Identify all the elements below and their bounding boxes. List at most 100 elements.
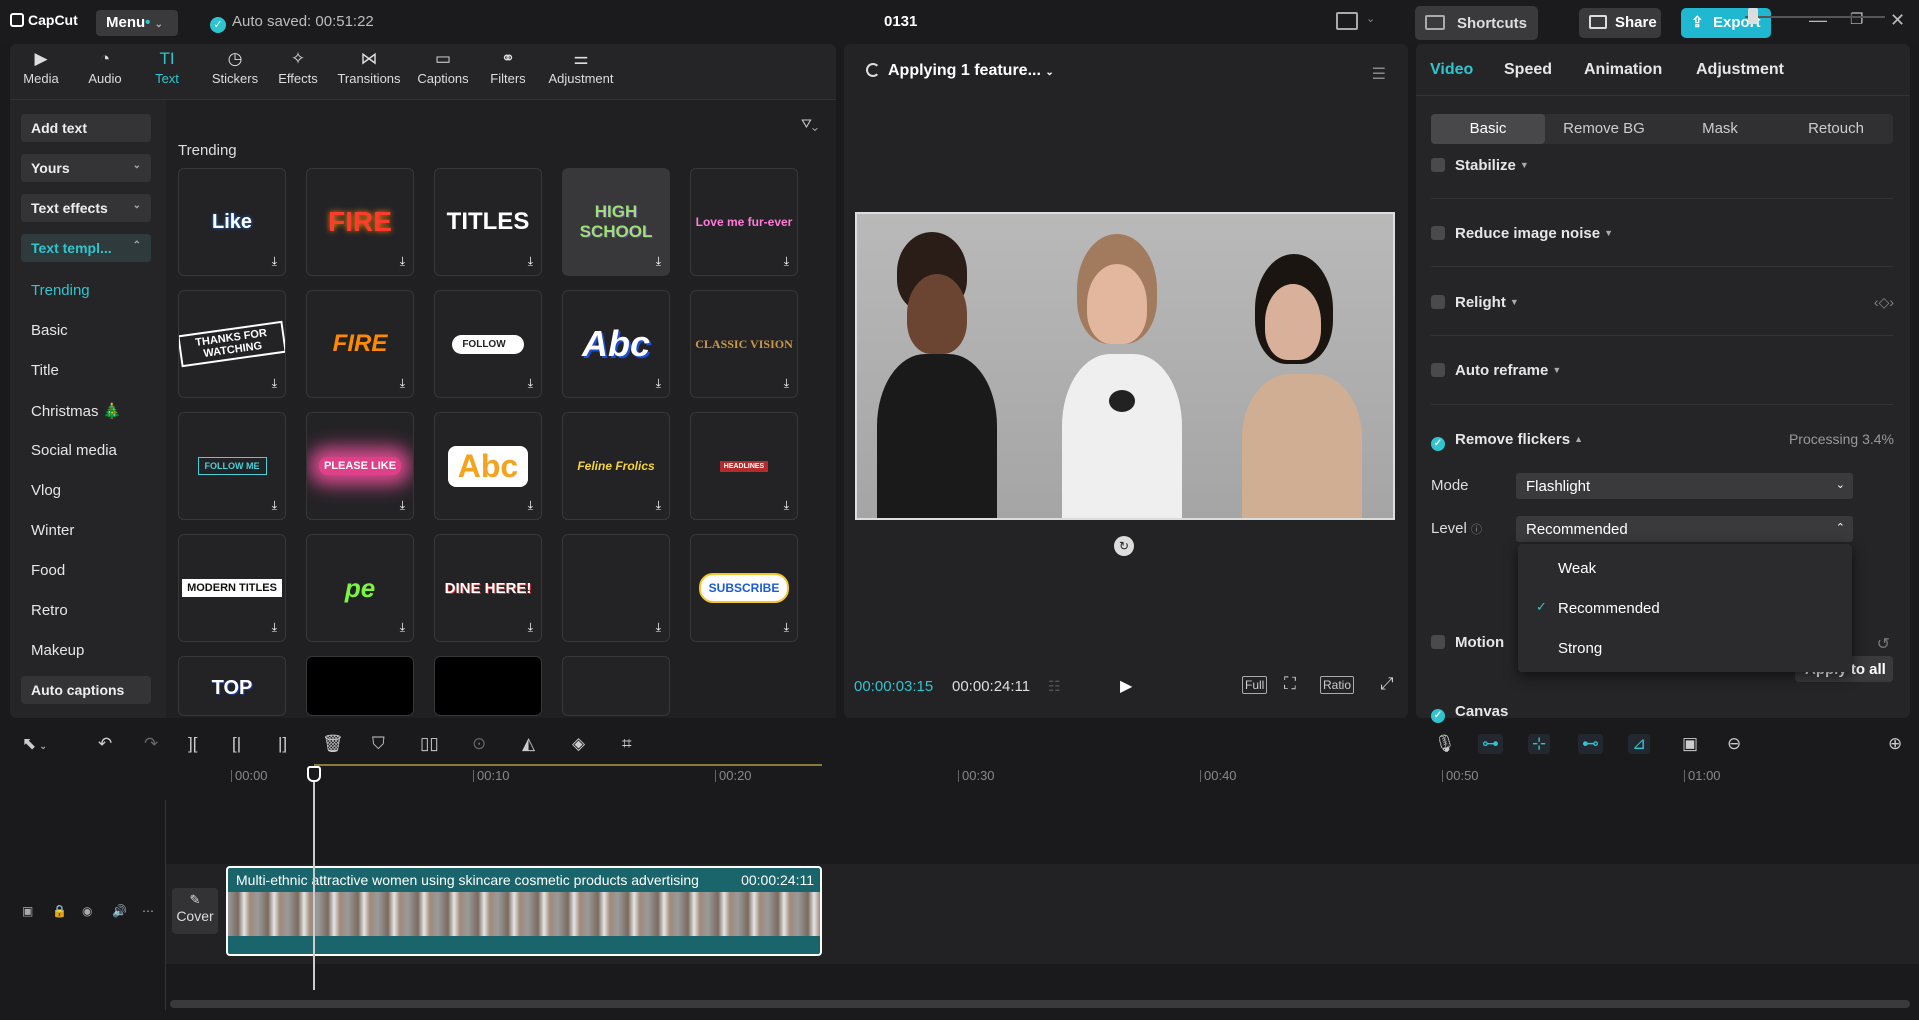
template-tile[interactable]: TITLES ⤓ xyxy=(434,168,542,276)
zoom-slider-handle[interactable] xyxy=(1748,8,1758,24)
template-tile[interactable]: Abc ⤓ xyxy=(562,290,670,398)
filter-icon[interactable]: ⛛⌄ xyxy=(801,116,818,132)
sidebar-item-winter[interactable]: Winter xyxy=(31,522,74,539)
download-icon[interactable]: ⤓ xyxy=(400,254,405,269)
subtab-retouch[interactable]: Retouch xyxy=(1779,114,1893,144)
download-icon[interactable]: ⤓ xyxy=(272,254,277,269)
hamburger-menu-icon[interactable]: ☰ xyxy=(1372,64,1386,84)
keyframe-icon[interactable]: ‹◇› xyxy=(1874,294,1894,311)
menu-button[interactable]: Menu• ⌄ xyxy=(96,10,178,36)
timecode-list-icon[interactable]: ☷ xyxy=(1048,678,1061,695)
subtab-basic[interactable]: Basic xyxy=(1431,114,1545,144)
more-icon[interactable]: ⋯ xyxy=(142,904,154,918)
template-tile[interactable]: PLEASE LIKE ⤓ xyxy=(306,412,414,520)
canvas-checkbox[interactable]: ✓ xyxy=(1431,709,1445,723)
zoom-out-icon[interactable]: ⊖ xyxy=(1727,734,1741,754)
timeline-ruler[interactable]: 00:00 00:10 00:20 00:30 00:40 00:50 01:0… xyxy=(0,764,1919,788)
linkage-icon[interactable]: ⊷ xyxy=(1578,734,1603,754)
tab-adjustment[interactable]: Adjustment xyxy=(1696,61,1784,79)
sidebar-item-makeup[interactable]: Makeup xyxy=(31,642,84,659)
template-tile[interactable]: Love me fur-ever ⤓ xyxy=(690,168,798,276)
shortcuts-button[interactable]: Shortcuts xyxy=(1415,6,1538,40)
add-text-button[interactable]: Add text xyxy=(21,114,151,142)
template-tile[interactable]: pe ⤓ xyxy=(306,534,414,642)
download-icon[interactable]: ⤓ xyxy=(400,620,405,635)
sidebar-item-retro[interactable]: Retro xyxy=(31,602,68,619)
level-option-recommended[interactable]: Recommended xyxy=(1558,600,1660,617)
download-icon[interactable]: ⤓ xyxy=(528,498,533,513)
download-icon[interactable]: ⤓ xyxy=(656,254,661,269)
delete-icon[interactable]: 🗑 xyxy=(322,734,344,754)
playhead-handle[interactable] xyxy=(307,766,321,782)
tab-adjustment[interactable]: ⚌ Adjustment xyxy=(542,50,620,87)
playhead[interactable] xyxy=(313,766,315,990)
relight-checkbox[interactable] xyxy=(1431,295,1445,309)
lock-icon[interactable]: 🔒 xyxy=(52,904,67,918)
download-icon[interactable]: ⤓ xyxy=(784,376,789,391)
download-icon[interactable]: ⤓ xyxy=(400,376,405,391)
eye-icon[interactable]: ◉ xyxy=(82,904,92,918)
tab-animation[interactable]: Animation xyxy=(1584,61,1662,79)
template-tile[interactable]: Feline Frolics ⤓ xyxy=(562,412,670,520)
sidebar-item-title[interactable]: Title xyxy=(31,362,59,379)
tab-captions[interactable]: ▭ Captions xyxy=(414,50,472,87)
video-clip[interactable]: Multi-ethnic attractive women using skin… xyxy=(226,866,822,956)
split-left-icon[interactable]: [| xyxy=(232,734,241,754)
mode-select[interactable]: Flashlight ⌄ xyxy=(1516,473,1853,499)
template-tile[interactable]: ⤓ xyxy=(562,534,670,642)
auto-reframe-checkbox[interactable] xyxy=(1431,363,1445,377)
project-title[interactable]: 0131 xyxy=(884,13,917,30)
split-icon[interactable]: ][ xyxy=(188,734,197,754)
mirror-icon[interactable]: ◭ xyxy=(522,734,535,754)
relight-option[interactable]: Relight ▼ xyxy=(1431,294,1519,311)
motion-checkbox[interactable] xyxy=(1431,635,1445,649)
download-icon[interactable]: ⤓ xyxy=(272,620,277,635)
template-tile[interactable]: FOLLOW ⤓ xyxy=(434,290,542,398)
template-tile[interactable]: HEADLINES ⤓ xyxy=(690,412,798,520)
tab-filters[interactable]: ⚭ Filters xyxy=(486,50,530,87)
level-option-weak[interactable]: Weak xyxy=(1558,560,1596,577)
template-tile[interactable] xyxy=(306,656,414,716)
download-icon[interactable]: ⤓ xyxy=(528,620,533,635)
tab-speed[interactable]: Speed xyxy=(1504,61,1552,79)
share-button[interactable]: Share xyxy=(1579,8,1661,38)
template-tile[interactable]: Like ⤓ xyxy=(178,168,286,276)
split-right-icon[interactable]: |] xyxy=(278,734,287,754)
minimize-icon[interactable]: — xyxy=(1809,10,1827,31)
tab-audio[interactable]: ◔ Audio xyxy=(84,50,126,87)
sidebar-item-basic[interactable]: Basic xyxy=(31,322,68,339)
tab-effects[interactable]: ✧ Effects xyxy=(274,50,322,87)
stabilize-checkbox[interactable] xyxy=(1431,158,1445,172)
rotate-icon[interactable]: ↻ xyxy=(1114,536,1134,556)
template-tile[interactable]: FIRE ⤓ xyxy=(306,168,414,276)
applying-status[interactable]: Applying 1 feature... ⌄ xyxy=(866,62,1054,80)
microphone-icon[interactable]: 🎙 xyxy=(1434,734,1456,754)
download-icon[interactable]: ⤓ xyxy=(528,376,533,391)
layout-icon[interactable] xyxy=(1336,12,1358,30)
sidebar-item-trending[interactable]: Trending xyxy=(31,282,90,299)
layout-chevron-icon[interactable]: ⌄ xyxy=(1366,12,1375,25)
text-effects-button[interactable]: Text effects ⌄ xyxy=(21,194,151,222)
template-tile[interactable]: DINE HERE! ⤓ xyxy=(434,534,542,642)
download-icon[interactable]: ⤓ xyxy=(656,620,661,635)
template-tile[interactable]: THANKS FOR WATCHING ⤓ xyxy=(178,290,286,398)
freeze-icon[interactable]: ▯▯ xyxy=(420,734,439,754)
track-thumbnail-icon[interactable]: ▣ xyxy=(22,904,33,918)
sidebar-item-christmas[interactable]: Christmas 🎄 xyxy=(31,402,121,420)
speaker-icon[interactable]: 🔊 xyxy=(112,904,127,918)
auto-reframe-option[interactable]: Auto reframe ▼ xyxy=(1431,362,1561,379)
screen-icon[interactable]: ▣ xyxy=(1682,734,1698,754)
zoom-fit-icon[interactable]: ⛶ xyxy=(1284,674,1296,694)
template-tile[interactable]: SUBSCRIBE ⤓ xyxy=(690,534,798,642)
download-icon[interactable]: ⤓ xyxy=(784,254,789,269)
timeline-scrollbar[interactable] xyxy=(170,1000,1910,1008)
level-select[interactable]: Recommended ⌃ xyxy=(1516,516,1853,542)
level-option-strong[interactable]: Strong xyxy=(1558,640,1602,657)
cover-button[interactable]: ✎ Cover xyxy=(172,888,218,934)
subtab-remove-bg[interactable]: Remove BG xyxy=(1547,114,1661,144)
undo-icon[interactable]: ↶ xyxy=(98,734,112,754)
download-icon[interactable]: ⤓ xyxy=(784,498,789,513)
zoom-in-icon[interactable]: ⊕ xyxy=(1888,734,1902,754)
video-preview[interactable] xyxy=(855,212,1395,520)
text-templates-button[interactable]: Text templ... ⌃ xyxy=(21,234,151,262)
